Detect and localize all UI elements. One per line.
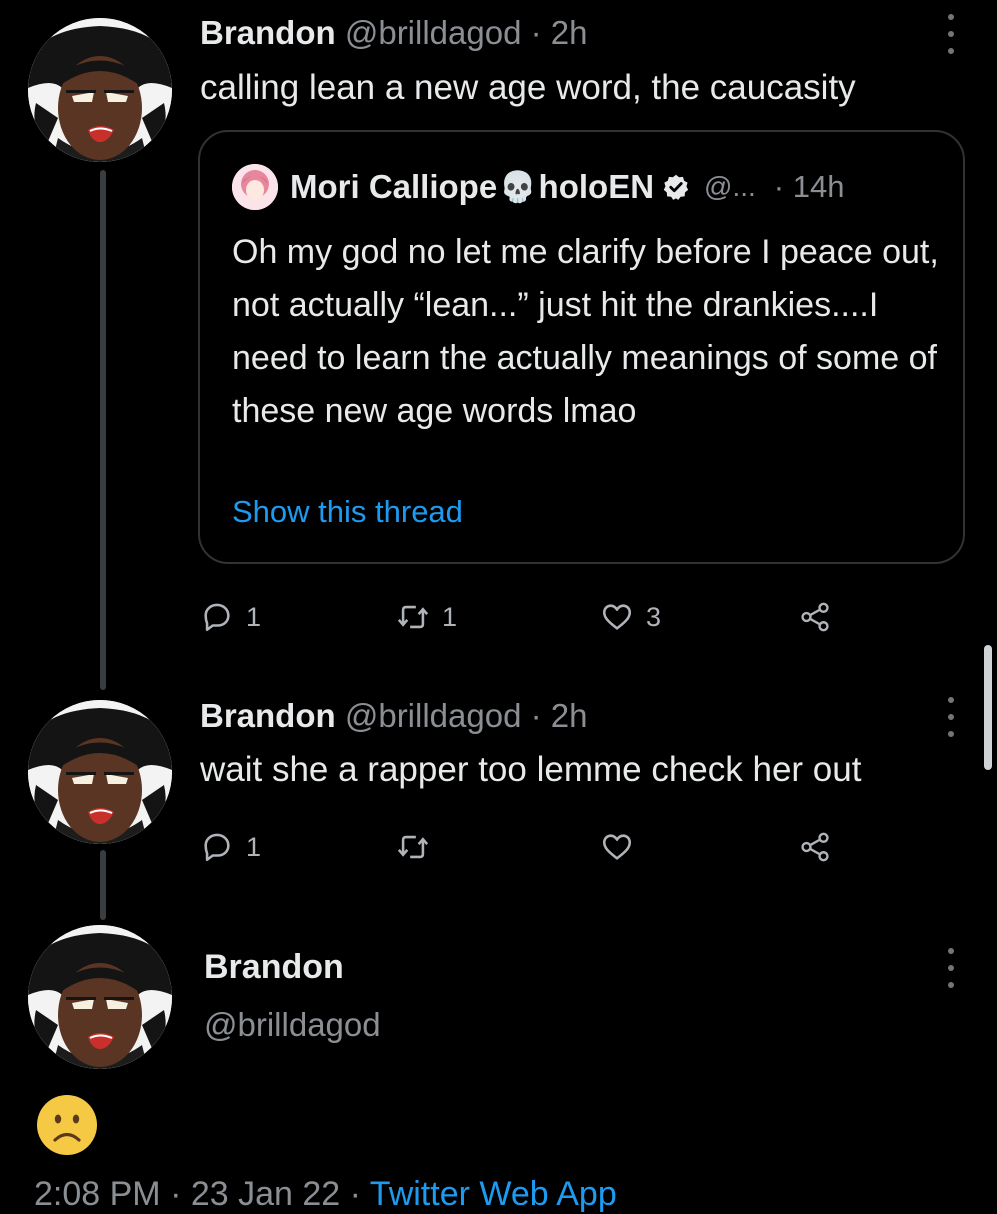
share-icon	[798, 830, 832, 864]
quoted-author-handle: @...	[704, 171, 756, 202]
like-count: 3	[646, 601, 662, 632]
author-name[interactable]: Brandon	[204, 948, 344, 987]
share-button[interactable]	[798, 822, 832, 872]
more-options-icon[interactable]	[945, 948, 957, 988]
share-button[interactable]	[798, 592, 832, 642]
more-options-icon[interactable]	[945, 697, 957, 737]
quoted-author-name: Mori Calliope	[290, 168, 498, 205]
show-thread-link[interactable]: Show this thread	[232, 494, 463, 530]
thread-connector	[100, 170, 106, 690]
reply-icon	[200, 600, 234, 634]
author-handle[interactable]: @brilldagod	[345, 697, 522, 734]
quoted-tweet-text: Oh my god no let me clarify before I pea…	[232, 233, 939, 430]
tweet-time[interactable]: 2h	[551, 697, 588, 734]
tweet-actions: 1 1 3	[200, 592, 840, 642]
retweet-icon	[396, 600, 430, 634]
quoted-tweet-time: · 14h	[773, 169, 845, 204]
author-handle[interactable]: @brilldagod	[204, 1006, 381, 1044]
reply-count: 1	[246, 601, 262, 632]
author-name[interactable]: Brandon	[200, 14, 336, 51]
tweet-header: Brandon @brilldagod · 2h	[200, 697, 588, 735]
tweet-time[interactable]: 2h	[551, 14, 588, 51]
thread-connector	[100, 850, 106, 920]
heart-icon	[600, 600, 634, 634]
avatar[interactable]	[28, 925, 172, 1069]
heart-icon	[600, 830, 634, 864]
like-button[interactable]: 3	[600, 592, 661, 642]
skull-emoji-icon: 💀	[499, 170, 537, 204]
reply-count: 1	[246, 831, 262, 862]
avatar[interactable]	[28, 18, 172, 162]
reply-button[interactable]: 1	[200, 822, 261, 872]
separator: ·	[530, 14, 542, 51]
tweet-actions: 1	[200, 822, 840, 872]
retweet-count: 1	[442, 601, 458, 632]
quoted-author-avatar	[232, 164, 278, 210]
timestamp[interactable]: 2:08 PM · 23 Jan 22 ·	[34, 1175, 370, 1213]
source-app-link[interactable]: Twitter Web App	[370, 1175, 617, 1213]
separator: ·	[530, 697, 542, 734]
more-options-icon[interactable]	[945, 14, 957, 54]
retweet-button[interactable]: 1	[396, 592, 457, 642]
like-button[interactable]	[600, 822, 634, 872]
author-handle[interactable]: @brilldagod	[345, 14, 522, 51]
tweet-meta: 2:08 PM · 23 Jan 22 · Twitter Web App	[34, 1175, 617, 1214]
tweet-text: wait she a rapper too lemme check her ou…	[200, 750, 862, 789]
quoted-tweet-header: Mori Calliope 💀 holoEN @... · 14h	[232, 162, 844, 212]
slightly-frowning-face-icon	[37, 1095, 97, 1155]
quoted-author-name-suffix: holoEN	[538, 168, 655, 205]
tweet-text: calling lean a new age word, the caucasi…	[200, 68, 856, 107]
reply-icon	[200, 830, 234, 864]
avatar[interactable]	[28, 700, 172, 844]
quoted-tweet-card[interactable]: Mori Calliope 💀 holoEN @... · 14h Oh my …	[198, 130, 965, 564]
retweet-icon	[396, 830, 430, 864]
tweet-header: Brandon @brilldagod · 2h	[200, 14, 588, 52]
reply-button[interactable]: 1	[200, 592, 261, 642]
share-icon	[798, 600, 832, 634]
retweet-button[interactable]	[396, 822, 430, 872]
scrollbar-thumb[interactable]	[984, 645, 992, 770]
author-name[interactable]: Brandon	[200, 697, 336, 734]
verified-badge-icon	[663, 174, 689, 200]
